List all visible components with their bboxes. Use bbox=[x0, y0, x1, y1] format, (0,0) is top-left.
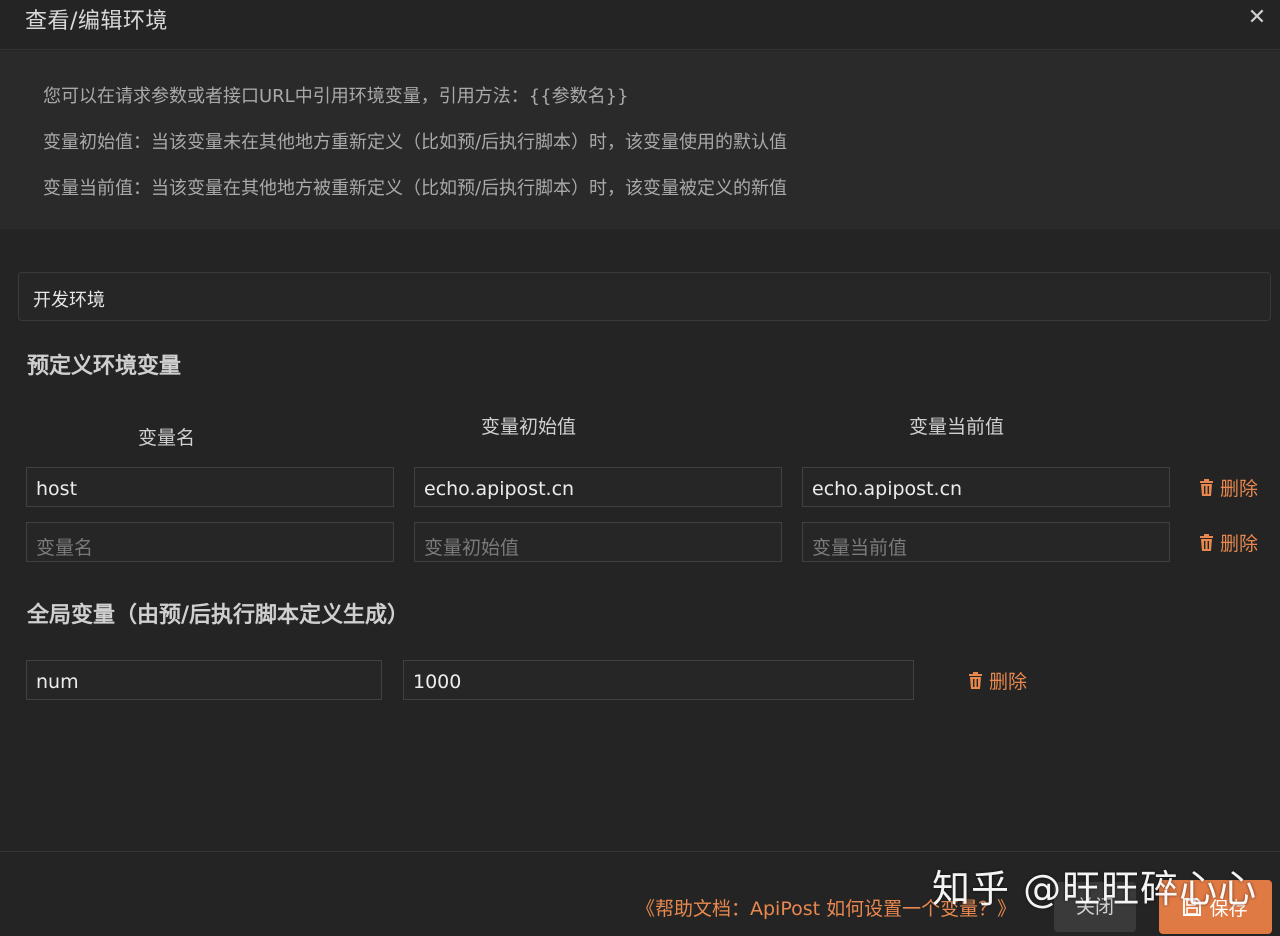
delete-label: 删除 bbox=[1220, 478, 1259, 500]
trash-icon bbox=[969, 672, 982, 689]
close-icon[interactable]: ✕ bbox=[1245, 6, 1269, 30]
variable-name-input[interactable]: 变量名 bbox=[26, 522, 394, 562]
delete-label: 删除 bbox=[1220, 533, 1259, 555]
column-header-name: 变量名 bbox=[138, 427, 196, 449]
global-variable-name-input[interactable]: num bbox=[26, 660, 382, 700]
column-header-current: 变量当前值 bbox=[909, 416, 1005, 438]
info-line-current: 变量当前值：当该变量在其他地方被重新定义（比如预/后执行脚本）时，该变量被定义的… bbox=[43, 178, 788, 199]
variable-current-input[interactable]: 变量当前值 bbox=[802, 522, 1170, 562]
info-line-usage: 您可以在请求参数或者接口URL中引用环境变量，引用方法：{{参数名}} bbox=[43, 86, 629, 107]
info-line-initial: 变量初始值：当该变量未在其他地方重新定义（比如预/后执行脚本）时，该变量使用的默… bbox=[43, 132, 788, 153]
variable-current-input[interactable]: echo.apipost.cn bbox=[802, 467, 1170, 507]
column-header-initial: 变量初始值 bbox=[481, 416, 577, 438]
trash-icon bbox=[1200, 479, 1213, 496]
variable-initial-input[interactable]: echo.apipost.cn bbox=[414, 467, 782, 507]
dialog-header: 查看/编辑环境 ✕ bbox=[0, 0, 1280, 50]
delete-label: 删除 bbox=[989, 671, 1028, 693]
trash-icon bbox=[1200, 534, 1213, 551]
variable-initial-input[interactable]: 变量初始值 bbox=[414, 522, 782, 562]
watermark: 知乎 @旺旺碎心心 bbox=[932, 867, 1258, 911]
delete-button[interactable]: 删除 bbox=[968, 667, 1027, 694]
info-panel: 您可以在请求参数或者接口URL中引用环境变量，引用方法：{{参数名}} 变量初始… bbox=[0, 51, 1280, 229]
dialog-title: 查看/编辑环境 bbox=[25, 9, 168, 34]
variable-name-input[interactable]: host bbox=[26, 467, 394, 507]
global-section-title: 全局变量（由预/后执行脚本定义生成） bbox=[27, 603, 410, 628]
edit-environment-dialog: 查看/编辑环境 ✕ 您可以在请求参数或者接口URL中引用环境变量，引用方法：{{… bbox=[0, 0, 1280, 936]
predefined-section-title: 预定义环境变量 bbox=[27, 354, 182, 379]
global-variable-value-input[interactable]: 1000 bbox=[403, 660, 914, 700]
environment-name-input[interactable]: 开发环境 bbox=[18, 272, 1271, 321]
delete-button[interactable]: 删除 bbox=[1199, 474, 1258, 501]
delete-button[interactable]: 删除 bbox=[1199, 529, 1258, 556]
